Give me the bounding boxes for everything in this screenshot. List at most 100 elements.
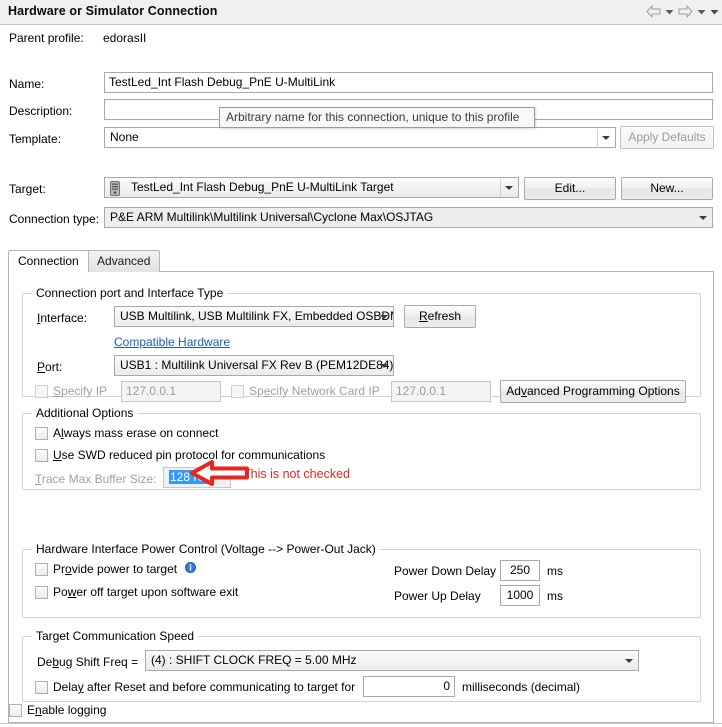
port-combobox[interactable]: USB1 : Multilink Universal FX Rev B (PEM…: [114, 355, 394, 376]
connection-port-group: Connection port and Interface Type Inter…: [22, 286, 701, 403]
parent-profile-label-wrap: Parent profile:: [9, 31, 84, 45]
template-combobox[interactable]: None: [104, 127, 616, 148]
swd-checkbox[interactable]: [35, 448, 48, 462]
parent-profile-label: Parent profile:: [9, 31, 84, 45]
power-off-checkbox-row[interactable]: Power off target upon software exit: [35, 585, 238, 599]
debug-shift-freq-combobox[interactable]: (4) : SHIFT CLOCK FREQ = 5.00 MHz: [145, 650, 639, 671]
target-label: Target:: [9, 182, 46, 196]
dialog-root: Hardware or Simulator Connection Parent …: [0, 0, 722, 727]
debug-shift-freq-label: Debug Shift Freq =: [37, 655, 139, 669]
tab-connection[interactable]: Connection: [8, 250, 89, 272]
dialog-body: Parent profile: edorasII Name: TestLed_I…: [0, 25, 722, 727]
name-label: Name:: [9, 77, 45, 91]
parent-profile-value: edorasII: [103, 31, 147, 45]
interface-value: USB Multilink, USB Multilink FX, Embedde…: [120, 309, 393, 323]
specify-ip-input[interactable]: 127.0.0.1: [121, 381, 221, 402]
chevron-down-icon: [699, 215, 707, 220]
specify-ip-checkbox-row[interactable]: Specify IP: [35, 384, 107, 398]
target-label-wrap: Target:: [9, 182, 46, 196]
description-label-wrap: Description:: [9, 104, 72, 118]
mass-erase-checkbox-row[interactable]: Always mass erase on connect: [35, 426, 218, 440]
power-control-group-caption: Hardware Interface Power Control (Voltag…: [32, 542, 380, 556]
delay-label: Delay after Reset and before communicati…: [53, 680, 356, 694]
target-combobox[interactable]: TestLed_Int Flash Debug_PnE U-MultiLink …: [104, 177, 519, 198]
power-off-checkbox[interactable]: [35, 585, 48, 599]
debug-shift-freq-value: (4) : SHIFT CLOCK FREQ = 5.00 MHz: [151, 653, 357, 667]
power-down-delay-label: Power Down Delay: [394, 564, 497, 578]
name-input[interactable]: TestLed_Int Flash Debug_PnE U-MultiLink: [104, 72, 713, 93]
tab-advanced[interactable]: Advanced: [87, 250, 161, 272]
power-up-delay-unit: ms: [547, 589, 563, 603]
delay-unit-wrap: milliseconds (decimal): [462, 680, 580, 694]
additional-options-group-caption: Additional Options: [32, 406, 138, 420]
delay-checkbox-row[interactable]: Delay after Reset and before communicati…: [35, 680, 355, 694]
back-dropdown-chevron-down-icon[interactable]: [663, 3, 675, 20]
delay-unit: milliseconds (decimal): [462, 680, 581, 694]
combo-separator: [500, 179, 501, 196]
provide-power-label: Provide power to target: [53, 562, 178, 576]
power-down-delay-unit: ms: [547, 564, 563, 578]
swd-checkbox-row[interactable]: Use SWD reduced pin protocol for communi…: [35, 448, 325, 462]
advanced-programming-options-button[interactable]: Advanced Programming Options: [500, 380, 686, 403]
chevron-down-icon: [380, 363, 388, 368]
edit-target-button[interactable]: Edit...: [524, 177, 616, 200]
power-up-delay-label: Power Up Delay: [394, 589, 481, 603]
parent-profile-value-wrap: edorasII: [103, 31, 146, 45]
power-control-group: Hardware Interface Power Control (Voltag…: [22, 542, 701, 618]
description-label: Description:: [9, 104, 73, 118]
specify-ip-checkbox[interactable]: [35, 384, 48, 398]
new-target-button[interactable]: New...: [621, 177, 713, 200]
chevron-down-icon: [380, 314, 388, 319]
specify-ip-label: Specify IP: [53, 384, 108, 398]
left-arrow-annotation-icon: [190, 459, 250, 490]
template-label: Template:: [9, 132, 62, 146]
dialog-titlebar: Hardware or Simulator Connection: [0, 0, 722, 25]
connection-port-group-caption: Connection port and Interface Type: [32, 286, 228, 300]
info-icon[interactable]: [185, 562, 197, 576]
power-off-label: Power off target upon software exit: [53, 585, 239, 599]
specify-network-card-ip-input[interactable]: 127.0.0.1: [391, 381, 491, 402]
power-down-delay-unit-wrap: ms: [547, 564, 563, 578]
back-arrow-icon[interactable]: [644, 3, 662, 20]
mass-erase-label: Always mass erase on connect: [53, 426, 219, 440]
power-up-delay-label-wrap: Power Up Delay: [394, 589, 481, 603]
connection-type-value: P&E ARM Multilink\Multilink Universal\Cy…: [110, 210, 434, 224]
name-field-tooltip: Arbitrary name for this connection, uniq…: [219, 107, 535, 128]
delay-checkbox[interactable]: [35, 680, 48, 694]
provide-power-checkbox[interactable]: [35, 562, 48, 576]
specify-network-card-ip-label: Specify Network Card IP: [249, 384, 380, 398]
combo-separator: [597, 129, 598, 146]
delay-input[interactable]: 0: [363, 676, 455, 697]
refresh-button[interactable]: Refresh: [404, 305, 476, 328]
overflow-chevron-down-icon[interactable]: [708, 3, 720, 20]
tab-bar: Connection Advanced: [8, 250, 714, 272]
power-up-delay-input[interactable]: 1000: [500, 585, 540, 606]
forward-dropdown-chevron-down-icon[interactable]: [695, 3, 707, 20]
mass-erase-checkbox[interactable]: [35, 426, 48, 440]
interface-combobox[interactable]: USB Multilink, USB Multilink FX, Embedde…: [114, 306, 394, 327]
tab-panel-connection: Connection port and Interface Type Inter…: [8, 271, 714, 723]
power-down-delay-label-wrap: Power Down Delay: [394, 564, 496, 578]
power-up-delay-unit-wrap: ms: [547, 589, 563, 603]
provide-power-checkbox-row[interactable]: Provide power to target: [35, 562, 197, 576]
chevron-down-icon: [505, 185, 513, 190]
compatible-hardware-link[interactable]: Compatible Hardware: [114, 335, 230, 349]
chevron-down-icon: [625, 658, 633, 663]
connection-type-label: Connection type:: [9, 212, 100, 226]
apply-defaults-button[interactable]: Apply Defaults: [620, 126, 714, 149]
chevron-down-icon: [602, 135, 610, 140]
additional-options-group: Additional Options Always mass erase on …: [22, 406, 701, 490]
enable-logging-checkbox[interactable]: [9, 703, 22, 717]
template-label-wrap: Template:: [9, 132, 61, 146]
annotation-text: This is not checked: [243, 467, 350, 481]
specify-network-card-ip-checkbox-row[interactable]: Specify Network Card IP: [231, 384, 380, 398]
specify-network-card-ip-checkbox[interactable]: [231, 384, 244, 398]
connection-type-combobox[interactable]: P&E ARM Multilink\Multilink Universal\Cy…: [104, 207, 713, 228]
speed-group: Target Communication Speed Debug Shift F…: [22, 629, 701, 702]
enable-logging-checkbox-row[interactable]: Enable logging: [9, 703, 106, 717]
page-title: Hardware or Simulator Connection: [8, 4, 218, 18]
compatible-hardware-link-wrap: Compatible Hardware: [114, 335, 230, 349]
power-down-delay-input[interactable]: 250: [500, 560, 540, 581]
footer-divider: [0, 723, 722, 724]
forward-arrow-icon[interactable]: [676, 3, 694, 20]
